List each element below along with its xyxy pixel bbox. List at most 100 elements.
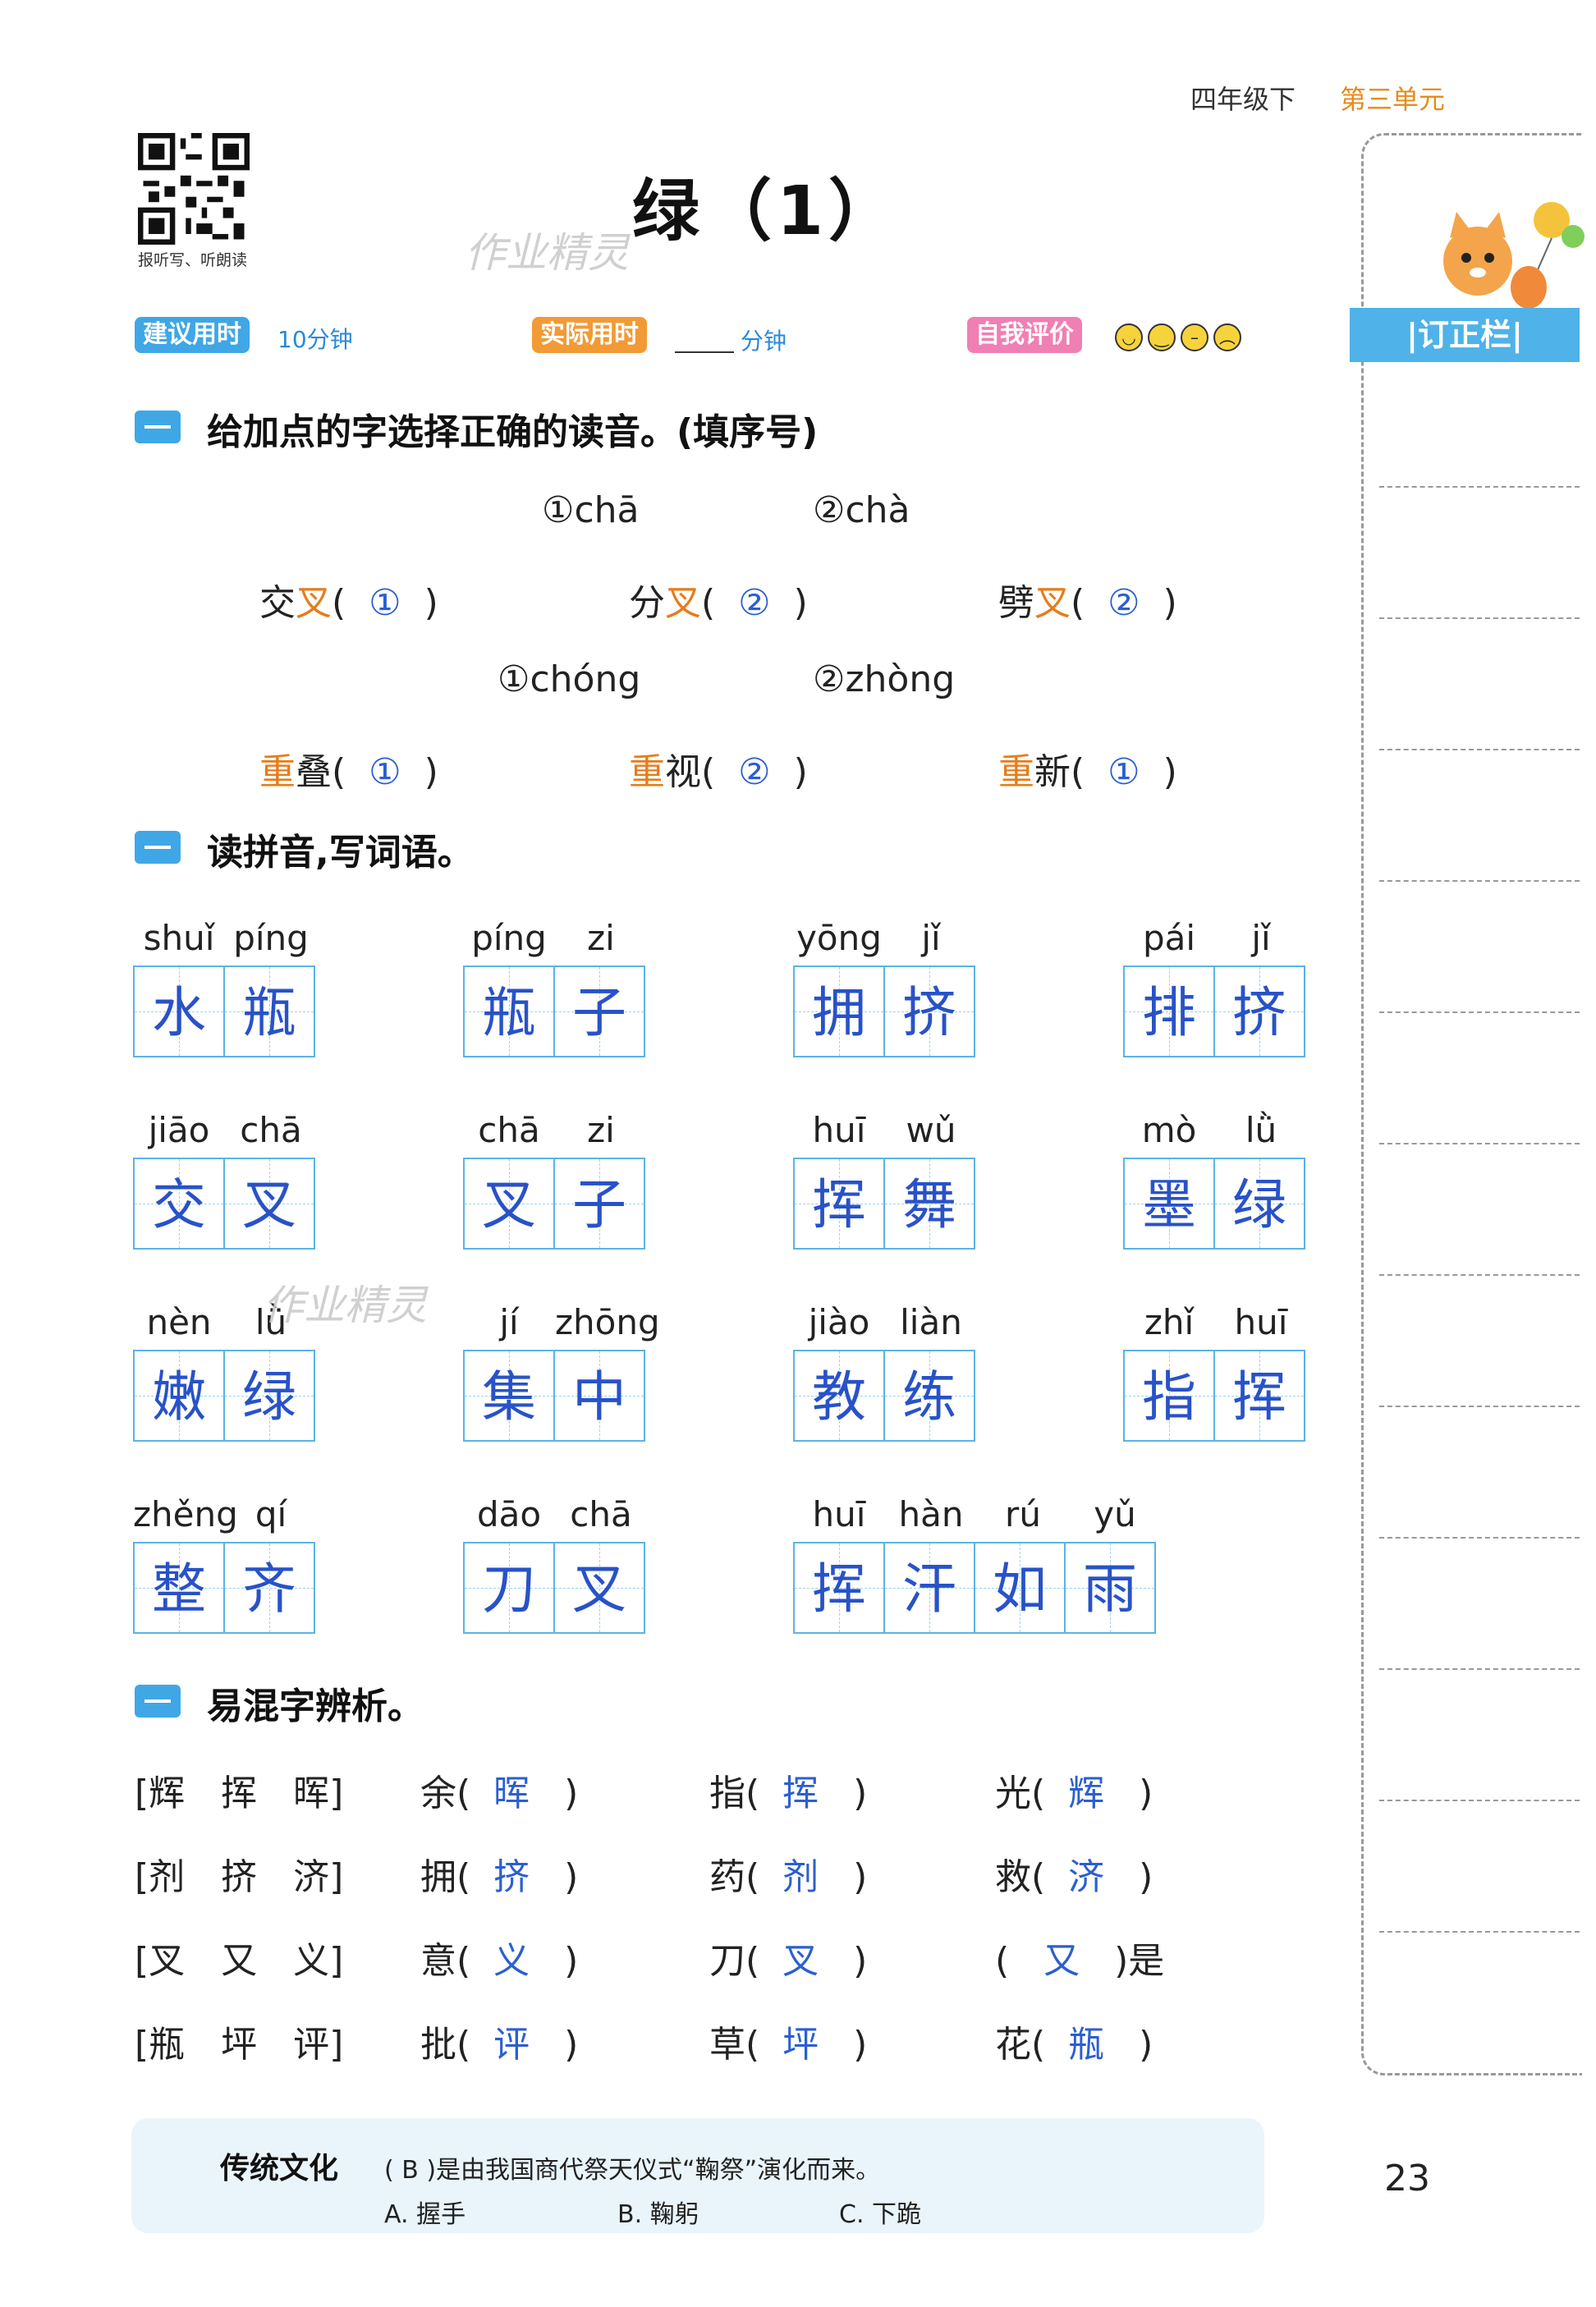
answer[interactable]: ② (738, 582, 770, 624)
char-cell[interactable]: 拥 (793, 965, 885, 1057)
laugh-face-icon[interactable]: ◡ (1115, 323, 1143, 351)
written-char: 瓶 (242, 981, 296, 1044)
answer[interactable]: 挤 (493, 1856, 530, 1898)
answer[interactable]: ② (738, 751, 770, 793)
correction-line[interactable] (1379, 617, 1580, 619)
char-cell[interactable]: 子 (553, 1158, 645, 1250)
written-char: 交 (152, 1173, 206, 1236)
writing-grid: 嫩绿 (133, 1350, 317, 1442)
char-cell[interactable]: 叉 (463, 1158, 555, 1250)
correction-line[interactable] (1379, 1537, 1580, 1539)
sad-face-icon[interactable]: ︵ (1213, 323, 1241, 351)
pinyin: huī (812, 1494, 866, 1534)
char-cell[interactable]: 指 (1123, 1350, 1215, 1442)
char-cell[interactable]: 齐 (223, 1542, 315, 1634)
answer[interactable]: 济 (1068, 1856, 1104, 1898)
culture-option[interactable]: B. 鞠躬 (617, 2194, 699, 2230)
answer[interactable]: 剂 (782, 1856, 819, 1898)
char-cell[interactable]: 叉 (223, 1158, 315, 1250)
correction-line[interactable] (1379, 1274, 1580, 1276)
correction-line[interactable] (1379, 1406, 1580, 1407)
written-char: 排 (1142, 981, 1196, 1044)
section-3-title: 易混字辨析。 (207, 1686, 424, 1727)
answer[interactable]: ① (369, 751, 401, 793)
word-item: huī wǔ 挥舞 (793, 1110, 977, 1250)
answer[interactable]: 辉 (1068, 1773, 1104, 1814)
written-char: 整 (152, 1557, 206, 1621)
pinyin: lǜ (1245, 1110, 1277, 1150)
char-cell[interactable]: 叉 (553, 1542, 645, 1634)
answer[interactable]: ① (1108, 751, 1140, 793)
writing-grid: 整齐 (133, 1542, 317, 1634)
char-cell[interactable]: 挤 (883, 965, 975, 1057)
char-cell[interactable]: 墨 (1123, 1158, 1215, 1250)
writing-grid: 挥汗如雨 (793, 1542, 1161, 1634)
char-cell[interactable]: 绿 (1213, 1158, 1305, 1250)
answer[interactable]: 又 (1043, 1940, 1080, 1982)
char-cell[interactable]: 如 (974, 1542, 1066, 1634)
correction-line[interactable] (1379, 1143, 1580, 1144)
char-cell[interactable]: 挥 (793, 1158, 885, 1250)
char-cell[interactable]: 交 (133, 1158, 225, 1250)
char-cell[interactable]: 绿 (223, 1350, 315, 1442)
answer[interactable]: 叉 (782, 1940, 819, 1982)
char-cell[interactable]: 嫩 (133, 1350, 225, 1442)
char-cell[interactable]: 整 (133, 1542, 225, 1634)
word-item: mò lǜ 墨绿 (1123, 1110, 1307, 1250)
char-cell[interactable]: 教 (793, 1350, 885, 1442)
pron-item: 重视( ② ) (629, 751, 808, 793)
correction-line[interactable] (1379, 749, 1580, 750)
char-cell[interactable]: 挤 (1213, 965, 1305, 1057)
answer[interactable]: ① (369, 582, 401, 624)
pinyin: zi (587, 918, 615, 958)
char-cell[interactable]: 刀 (463, 1542, 555, 1634)
char-cell[interactable]: 练 (883, 1350, 975, 1442)
culture-option[interactable]: C. 下跪 (839, 2194, 921, 2230)
char-cell[interactable]: 瓶 (463, 965, 555, 1057)
actual-time-unit: 分钟 (741, 328, 787, 355)
char-cell[interactable]: 中 (553, 1350, 645, 1442)
char-cell[interactable]: 集 (463, 1350, 555, 1442)
cat-mascot-icon (1429, 195, 1585, 314)
char-cell[interactable]: 舞 (883, 1158, 975, 1250)
answer[interactable]: 瓶 (1068, 2024, 1104, 2066)
pinyin: rú (1005, 1494, 1041, 1534)
char-cell[interactable]: 挥 (1213, 1350, 1305, 1442)
written-char: 刀 (482, 1557, 536, 1621)
correction-line[interactable] (1379, 1800, 1580, 1801)
qr-code-icon[interactable] (138, 133, 250, 245)
correction-line[interactable] (1379, 1931, 1580, 1933)
correction-line[interactable] (1379, 880, 1580, 882)
written-char: 叉 (242, 1173, 296, 1236)
pron-item: 重叠( ① ) (259, 751, 438, 793)
answer[interactable]: 义 (493, 1940, 530, 1982)
neutral-face-icon[interactable]: – (1181, 323, 1208, 351)
group-label: [叉 又 义] (135, 1940, 344, 1982)
char-cell[interactable]: 汗 (883, 1542, 975, 1634)
char-cell[interactable]: 瓶 (223, 965, 315, 1057)
char-cell[interactable]: 雨 (1064, 1542, 1156, 1634)
answer[interactable]: 评 (493, 2024, 530, 2066)
answer[interactable]: 坪 (782, 2024, 819, 2066)
smile-face-icon[interactable]: ‿ (1148, 323, 1176, 351)
correction-line[interactable] (1379, 1011, 1580, 1013)
char-cell[interactable]: 排 (1123, 965, 1215, 1057)
pron-item: 交叉( ① ) (259, 582, 438, 624)
answer[interactable]: 晖 (493, 1773, 530, 1814)
answer[interactable]: 挥 (782, 1773, 819, 1814)
culture-option[interactable]: A. 握手 (384, 2194, 466, 2230)
writing-grid: 教练 (793, 1350, 977, 1442)
fill-item: 刀( 叉 ) (709, 1940, 868, 1982)
written-char: 绿 (1232, 1173, 1286, 1236)
answer[interactable]: ② (1108, 582, 1140, 624)
fill-item: 花( 瓶 ) (995, 2024, 1153, 2066)
writing-grid: 排挤 (1123, 965, 1307, 1057)
char-cell[interactable]: 子 (553, 965, 645, 1057)
correction-line[interactable] (1379, 486, 1580, 488)
writing-grid: 水瓶 (133, 965, 317, 1057)
actual-time-blank[interactable] (675, 351, 734, 353)
fill-item: 批( 评 ) (420, 2024, 579, 2066)
char-cell[interactable]: 水 (133, 965, 225, 1057)
char-cell[interactable]: 挥 (793, 1542, 885, 1634)
correction-line[interactable] (1379, 1668, 1580, 1670)
